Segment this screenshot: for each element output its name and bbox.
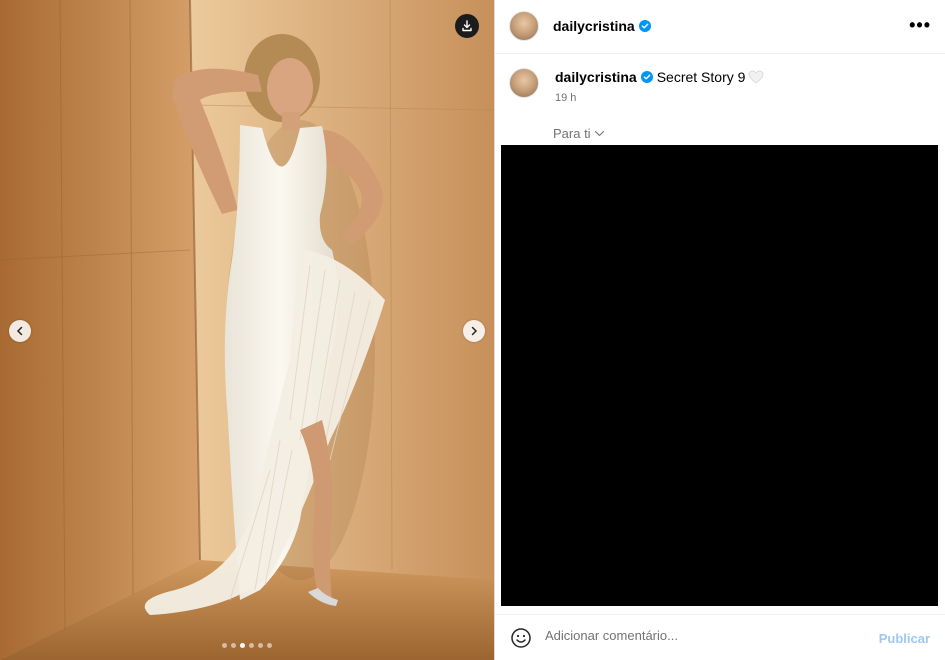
- more-options-button[interactable]: •••: [909, 16, 931, 34]
- carousel-prev-button[interactable]: [9, 320, 31, 342]
- caption-username[interactable]: dailycristina: [555, 69, 637, 85]
- carousel-dot: [267, 643, 272, 648]
- chevron-left-icon: [16, 326, 23, 336]
- carousel-dot: [240, 643, 245, 648]
- post-photo[interactable]: [0, 0, 494, 660]
- caption-body: Secret Story 9: [656, 69, 746, 85]
- post-sidebar: dailycristina ••• dailycristina Secret S…: [495, 0, 945, 660]
- comment-bar: Publicar: [495, 614, 945, 660]
- download-icon: [462, 20, 472, 32]
- photo-scene: [0, 0, 494, 660]
- post-header: dailycristina •••: [495, 0, 945, 54]
- emoji-icon[interactable]: [510, 627, 532, 649]
- chevron-right-icon: [471, 326, 478, 336]
- verified-badge-icon: [640, 71, 653, 83]
- post-timestamp[interactable]: 19 h: [555, 92, 576, 104]
- author-avatar[interactable]: [509, 11, 539, 41]
- white-heart-icon: [749, 70, 764, 84]
- translation-toggle[interactable]: Para ti: [553, 126, 605, 141]
- chevron-down-icon: [594, 130, 604, 137]
- download-button[interactable]: [455, 14, 479, 38]
- carousel-indicator: [0, 643, 494, 648]
- verified-badge-icon: [638, 20, 651, 32]
- carousel-dot: [258, 643, 263, 648]
- caption-text: dailycristina Secret Story 9: [555, 69, 764, 85]
- comment-input[interactable]: [545, 628, 845, 643]
- carousel-dot: [222, 643, 227, 648]
- carousel-dot: [231, 643, 236, 648]
- author-username[interactable]: dailycristina: [553, 18, 651, 34]
- publish-button[interactable]: Publicar: [879, 631, 930, 646]
- caption-avatar[interactable]: [509, 68, 539, 98]
- embedded-media-black: [501, 145, 938, 606]
- carousel-dot: [249, 643, 254, 648]
- translation-label: Para ti: [553, 126, 591, 141]
- carousel-next-button[interactable]: [463, 320, 485, 342]
